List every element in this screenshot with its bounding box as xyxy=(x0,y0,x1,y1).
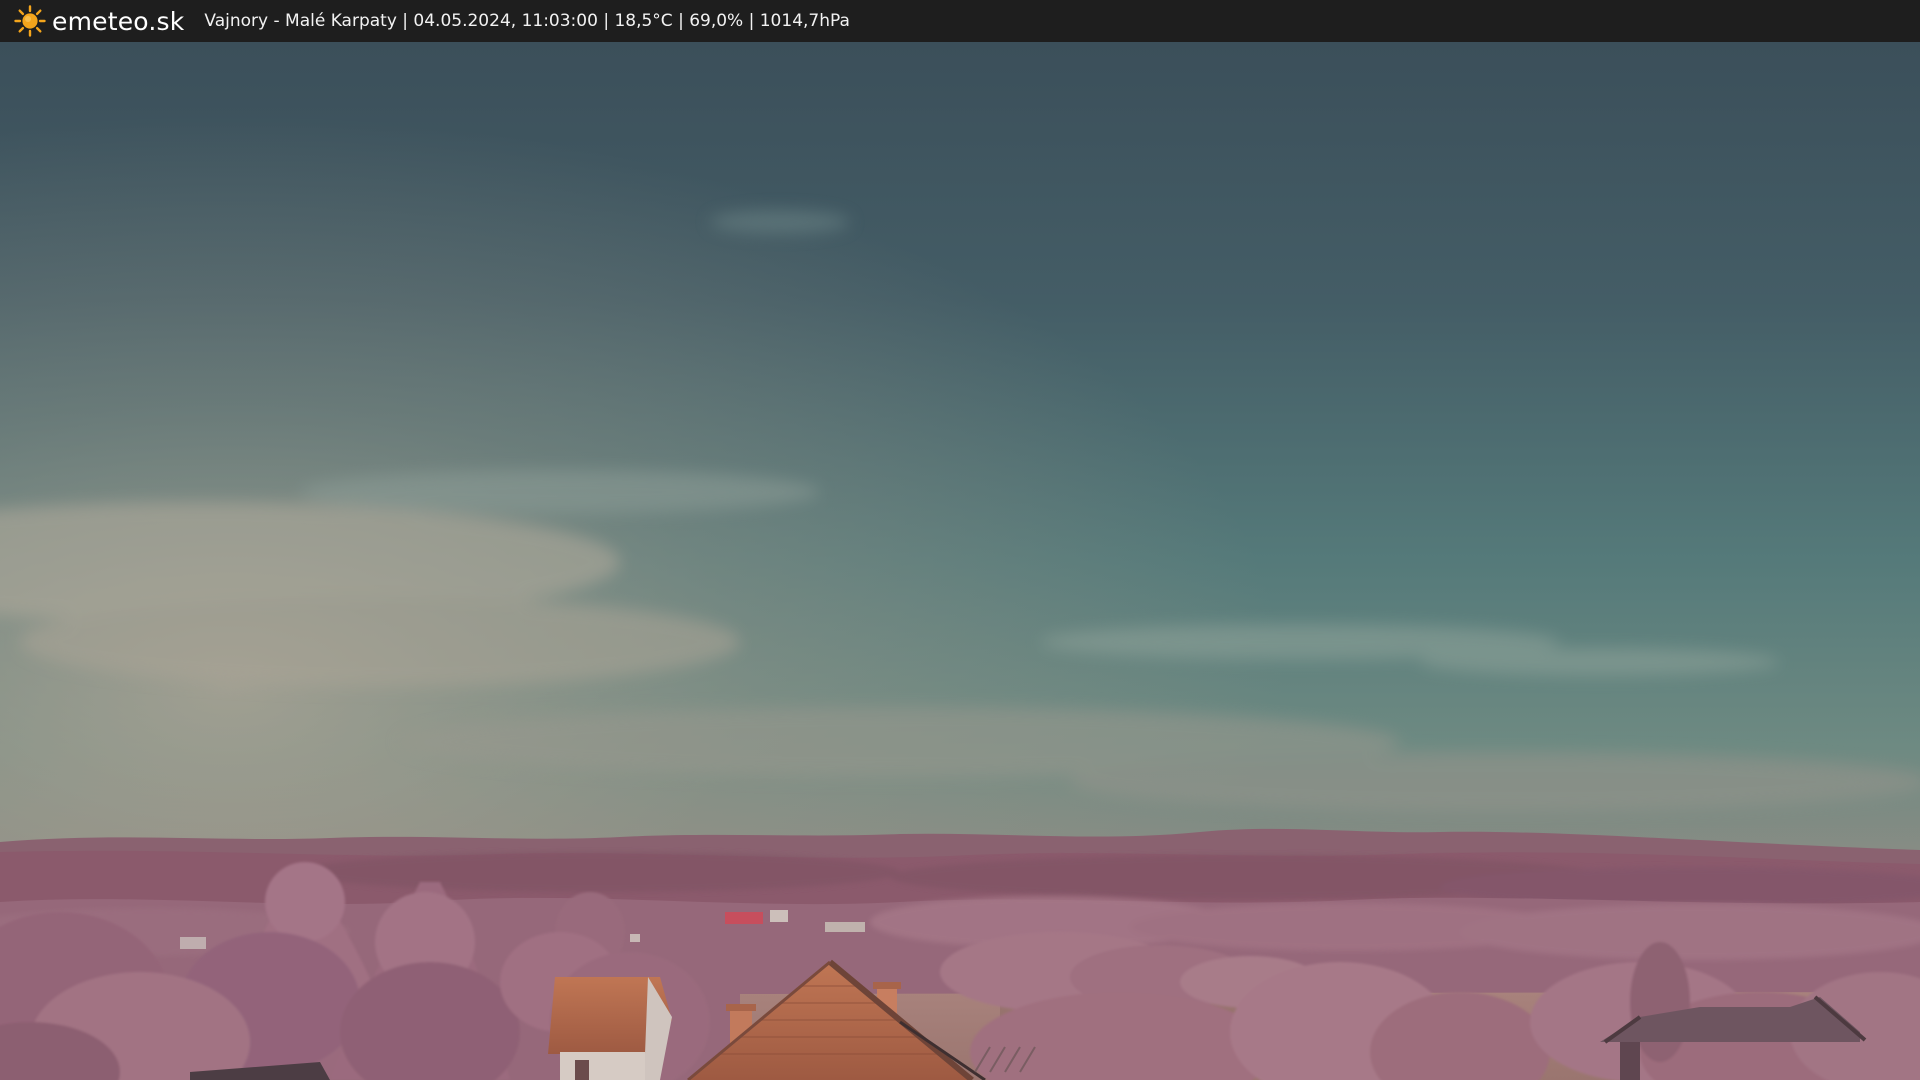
weather-caption: Vajnory - Malé Karpaty | 04.05.2024, 11:… xyxy=(204,11,850,31)
landscape-picture xyxy=(0,42,1920,1080)
webcam-frame: emeteo.sk Vajnory - Malé Karpaty | 04.05… xyxy=(0,0,1920,1080)
sun-icon xyxy=(14,5,46,37)
brand[interactable]: emeteo.sk xyxy=(14,0,204,42)
top-bar: emeteo.sk Vajnory - Malé Karpaty | 04.05… xyxy=(0,0,1920,42)
brand-name: emeteo.sk xyxy=(52,6,185,36)
webcam-image xyxy=(0,42,1920,1080)
